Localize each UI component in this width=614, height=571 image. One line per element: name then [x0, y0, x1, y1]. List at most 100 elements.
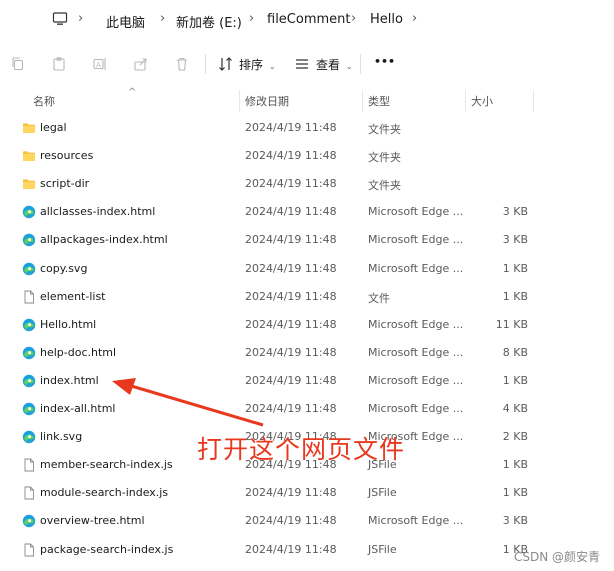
- sort-label: 排序: [239, 58, 264, 72]
- file-size: 1 KB: [502, 486, 528, 500]
- file-size: 1 KB: [502, 373, 528, 387]
- edge-icon: [22, 401, 36, 416]
- sort-icon: [219, 57, 232, 71]
- chevron-right-icon: ›: [160, 11, 166, 26]
- paste-icon[interactable]: [51, 56, 67, 72]
- file-size: 3 KB: [502, 514, 528, 528]
- file-type: JSFile: [368, 542, 397, 556]
- file-type: Microsoft Edge ...: [368, 373, 464, 387]
- file-size: 8 KB: [502, 345, 528, 359]
- edge-icon: [22, 429, 36, 444]
- file-name: allpackages-index.html: [40, 233, 168, 247]
- file-modified-date: 2024/4/19 11:48: [245, 345, 337, 359]
- file-name: index.html: [40, 373, 99, 387]
- file-size: 1 KB: [502, 289, 528, 303]
- file-name: script-dir: [40, 177, 90, 191]
- file-modified-date: 2024/4/19 11:48: [245, 149, 337, 163]
- file-size: 11 KB: [495, 317, 528, 331]
- file-size: 3 KB: [502, 205, 528, 219]
- folder-icon: [22, 176, 36, 190]
- file-size: 2 KB: [502, 430, 528, 444]
- breadcrumb-filecomment[interactable]: fileComment: [267, 12, 351, 27]
- breadcrumb-this-pc[interactable]: 此电脑: [106, 12, 145, 31]
- file-name: Hello.html: [40, 317, 97, 331]
- breadcrumb-hello[interactable]: Hello: [370, 12, 403, 27]
- file-row[interactable]: legal 2024/4/19 11:48 文件夹: [0, 114, 614, 142]
- file-name: help-doc.html: [40, 345, 117, 359]
- file-type: JSFile: [368, 486, 397, 500]
- svg-text:A: A: [96, 61, 101, 69]
- file-type: 文件夹: [368, 151, 401, 165]
- file-name: element-list: [40, 289, 106, 303]
- edge-icon: [22, 513, 36, 528]
- chevron-down-icon: ⌄: [268, 62, 276, 71]
- breadcrumb-drive[interactable]: 新加卷 (E:): [176, 12, 242, 31]
- file-icon: [22, 485, 36, 500]
- column-header-size[interactable]: 大小: [471, 93, 493, 109]
- column-header-row: ^ 名称 修改日期 类型 大小: [0, 87, 614, 112]
- file-row[interactable]: allclasses-index.html 2024/4/19 11:48 Micr…: [0, 198, 614, 226]
- file-row[interactable]: allpackages-index.html 2024/4/19 11:48 Mic…: [0, 226, 614, 254]
- file-row[interactable]: script-dir 2024/4/19 11:48 文件夹: [0, 170, 614, 198]
- file-modified-date: 2024/4/19 11:48: [245, 514, 337, 528]
- folder-icon: [22, 148, 36, 162]
- edge-icon: [22, 261, 36, 275]
- file-name: link.svg: [40, 430, 83, 444]
- folder-icon: [22, 120, 36, 134]
- file-row[interactable]: resources 2024/4/19 11:48 文件夹: [0, 142, 614, 170]
- file-row[interactable]: Hello.html 2024/4/19 11:48 Microsoft Edge …: [0, 311, 614, 339]
- edge-icon: [22, 317, 36, 331]
- file-name: overview-tree.html: [40, 514, 145, 528]
- file-type: Microsoft Edge ...: [368, 345, 464, 359]
- file-modified-date: 2024/4/19 11:48: [245, 261, 337, 275]
- column-divider[interactable]: [465, 90, 466, 112]
- file-modified-date: 2024/4/19 11:48: [245, 289, 337, 303]
- column-divider[interactable]: [533, 90, 534, 112]
- file-modified-date: 2024/4/19 11:48: [245, 373, 337, 387]
- file-name: legal: [40, 121, 67, 134]
- column-divider[interactable]: [362, 90, 363, 112]
- edge-icon: [22, 345, 36, 359]
- sort-button[interactable]: 排序 ⌄: [239, 56, 276, 73]
- edge-icon: [22, 232, 36, 247]
- share-icon[interactable]: [133, 56, 149, 72]
- column-header-date[interactable]: 修改日期: [245, 93, 289, 109]
- delete-icon[interactable]: [174, 56, 190, 72]
- file-name: member-search-index.js: [40, 458, 173, 472]
- toolbar-divider: [205, 54, 206, 74]
- file-name: resources: [40, 149, 94, 163]
- column-header-type[interactable]: 类型: [368, 93, 390, 109]
- file-row[interactable]: index.html 2024/4/19 11:48 Microsoft Edge …: [0, 367, 614, 395]
- file-modified-date: 2024/4/19 11:48: [245, 233, 337, 247]
- chevron-right-icon: ›: [412, 11, 418, 26]
- file-modified-date: 2024/4/19 11:48: [245, 402, 337, 415]
- edge-icon: [22, 373, 36, 388]
- sort-ascending-icon: ^: [128, 87, 137, 98]
- column-divider[interactable]: [239, 90, 240, 112]
- chevron-right-icon: ›: [249, 11, 255, 26]
- file-row[interactable]: index-all.html 2024/4/19 11:48 Microsoft E…: [0, 395, 614, 423]
- toolbar-divider: [360, 54, 361, 74]
- file-name: package-search-index.js: [40, 542, 174, 556]
- view-button[interactable]: 查看 ⌄: [316, 56, 353, 73]
- file-row[interactable]: help-doc.html 2024/4/19 11:48 Microsoft Ed…: [0, 339, 614, 367]
- file-size: 3 KB: [502, 233, 528, 247]
- file-size: 1 KB: [502, 261, 528, 275]
- more-options-button[interactable]: •••: [374, 55, 395, 68]
- copy-icon[interactable]: [10, 56, 26, 72]
- file-modified-date: 2024/4/19 11:48: [245, 205, 337, 219]
- file-icon: [22, 457, 36, 472]
- chevron-right-icon: ›: [78, 11, 84, 26]
- chevron-down-icon: ⌄: [345, 62, 353, 71]
- file-row[interactable]: module-search-index.js 2024/4/19 11:48 JSF…: [0, 479, 614, 507]
- rename-icon[interactable]: A: [92, 56, 108, 72]
- address-bar[interactable]: › 此电脑 › 新加卷 (E:) › fileComment › Hello ›: [0, 0, 614, 41]
- file-row[interactable]: overview-tree.html 2024/4/19 11:48 Microso…: [0, 507, 614, 535]
- file-type: Microsoft Edge ...: [368, 514, 464, 528]
- file-type: 文件夹: [368, 123, 401, 136]
- file-row[interactable]: element-list 2024/4/19 11:48 文件 1 KB: [0, 283, 614, 311]
- file-type: 文件夹: [368, 179, 401, 193]
- file-row[interactable]: copy.svg 2024/4/19 11:48 Microsoft Edge ..…: [0, 255, 614, 283]
- file-modified-date: 2024/4/19 11:48: [245, 177, 337, 191]
- column-header-name[interactable]: 名称: [33, 93, 55, 109]
